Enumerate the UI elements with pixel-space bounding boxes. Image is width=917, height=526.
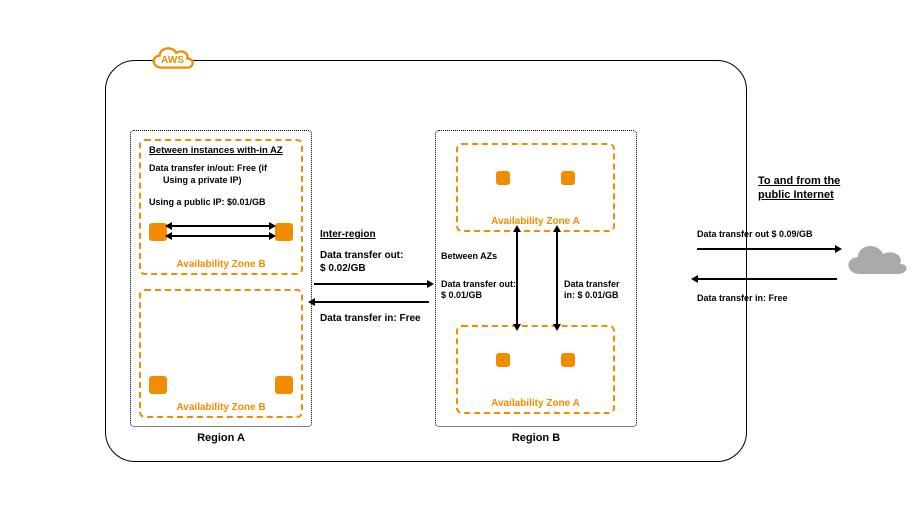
within-az-title: Between instances with-in AZ xyxy=(149,145,299,157)
within-az-line3: Using a public IP: $0.01/GB xyxy=(149,197,266,208)
az-label: Availability Zone A xyxy=(458,398,613,409)
region-a-az-1: Between instances with-in AZ Data transf… xyxy=(139,139,303,275)
region-b-az-1: Availability Zone A xyxy=(456,143,615,232)
between-az-arrow-out xyxy=(516,231,518,326)
az-label: Availability Zone B xyxy=(141,402,301,413)
within-az-line1: Data transfer in/out: Free (if xyxy=(149,163,299,174)
region-b: Region B Availability Zone A Availabilit… xyxy=(435,130,637,427)
internet-arrow-out xyxy=(697,248,837,250)
instance-icon xyxy=(275,223,293,241)
az-label: Availability Zone B xyxy=(141,259,301,270)
within-az-line2: Using a private IP) xyxy=(163,175,242,186)
between-az-arrow-in xyxy=(556,231,558,326)
within-az-arrow-bottom xyxy=(171,235,271,237)
internet-out: Data transfer out $ 0.09/GB xyxy=(697,229,813,240)
internet-cloud-icon xyxy=(838,234,908,287)
az-label: Availability Zone A xyxy=(458,216,613,227)
region-a-az-2: Availability Zone B xyxy=(139,289,303,418)
region-a-label: Region A xyxy=(131,432,311,444)
region-b-label: Region B xyxy=(436,432,636,444)
inter-region-arrow-in xyxy=(314,301,429,303)
internet-title: To and from the public Internet xyxy=(758,175,840,203)
inter-region-out: Data transfer out: $ 0.02/GB xyxy=(320,250,403,275)
inter-region-arrow-out xyxy=(314,283,429,285)
internet-arrow-in xyxy=(697,278,837,280)
instance-icon xyxy=(561,353,575,367)
instance-icon xyxy=(275,376,293,394)
instance-icon xyxy=(496,353,510,367)
region-b-az-2: Availability Zone A xyxy=(456,325,615,414)
within-az-arrow-top xyxy=(171,225,271,227)
instance-icon xyxy=(561,171,575,185)
aws-logo-icon: AWS xyxy=(145,40,200,75)
region-a: Region A Between instances with-in AZ Da… xyxy=(130,130,312,427)
between-az-out: Data transfer out: $ 0.01/GB xyxy=(441,279,516,302)
instance-icon xyxy=(496,171,510,185)
between-az-in: Data transfer in: $ 0.01/GB xyxy=(564,279,634,302)
between-az-title: Between AZs xyxy=(441,251,497,262)
inter-region-title: Inter-region xyxy=(320,229,376,242)
aws-label: AWS xyxy=(161,55,184,66)
internet-in: Data transfer in: Free xyxy=(697,293,788,304)
inter-region-in: Data transfer in: Free xyxy=(320,313,421,326)
instance-icon xyxy=(149,376,167,394)
